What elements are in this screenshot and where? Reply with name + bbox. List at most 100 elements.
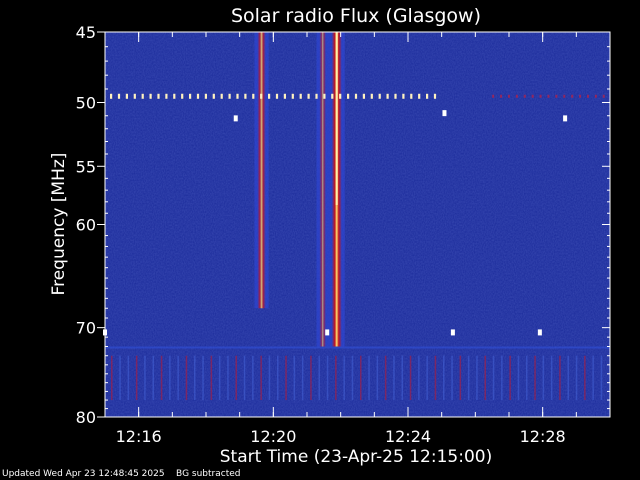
interference-stripe bbox=[401, 355, 403, 401]
rfi-spot bbox=[450, 329, 455, 336]
rfi-spot bbox=[442, 110, 447, 117]
y-tick-label: 70 bbox=[76, 319, 96, 338]
rfi-dot bbox=[433, 93, 437, 99]
interference-stripe bbox=[376, 355, 379, 401]
rfi-dot bbox=[204, 93, 207, 99]
interference-stripe bbox=[177, 355, 179, 401]
rfi-dot bbox=[354, 93, 358, 99]
interference-stripe bbox=[343, 355, 345, 401]
interference-stripe bbox=[476, 355, 478, 401]
rfi-dot bbox=[252, 93, 255, 99]
x-tick-label: 12:28 bbox=[520, 427, 566, 446]
rfi-dot bbox=[323, 93, 326, 99]
rfi-dot bbox=[268, 93, 271, 99]
rfi-dot bbox=[173, 93, 176, 99]
interference-stripe bbox=[318, 355, 320, 401]
band-edge bbox=[105, 346, 610, 349]
rfi-dot bbox=[378, 93, 381, 99]
rfi-dot-faint bbox=[586, 94, 589, 98]
rfi-dot-faint bbox=[507, 94, 510, 98]
interference-stripe bbox=[384, 355, 387, 401]
interference-stripe bbox=[268, 355, 271, 401]
rfi-dot-faint bbox=[523, 94, 526, 98]
interference-stripe bbox=[501, 355, 503, 401]
spectrogram-chart: Solar radio Flux (Glasgow) 455055607080 … bbox=[49, 5, 611, 467]
interference-stripe bbox=[426, 355, 428, 401]
rfi-dot bbox=[157, 93, 160, 99]
rfi-spot bbox=[537, 329, 542, 336]
interference-stripe bbox=[534, 355, 536, 401]
interference-stripe bbox=[301, 355, 304, 401]
y-tick-label: 50 bbox=[76, 94, 96, 113]
interference-stripe bbox=[467, 355, 470, 401]
rfi-spot bbox=[563, 115, 568, 122]
interference-stripe bbox=[326, 355, 329, 401]
rfi-dot-faint bbox=[602, 94, 605, 98]
rfi-dot bbox=[133, 93, 136, 99]
radio-burst bbox=[257, 32, 266, 309]
interference-stripe bbox=[409, 355, 412, 401]
interference-stripe bbox=[434, 355, 437, 401]
interference-stripe bbox=[227, 355, 229, 401]
x-axis-label: Start Time (23-Apr-25 12:15:00) bbox=[220, 447, 492, 467]
interference-stripe bbox=[335, 355, 337, 401]
rfi-dot bbox=[291, 93, 294, 99]
spectrogram-noise bbox=[105, 32, 610, 417]
rfi-dot-faint bbox=[515, 94, 518, 98]
interference-stripe bbox=[119, 355, 121, 401]
footer-note: BG subtracted bbox=[176, 469, 241, 479]
rfi-dot bbox=[307, 93, 310, 99]
interference-stripe bbox=[509, 355, 511, 401]
rfi-dot bbox=[386, 93, 389, 99]
rfi-dot bbox=[394, 93, 397, 99]
rfi-dot bbox=[260, 93, 263, 99]
rfi-dot bbox=[117, 93, 121, 99]
interference-stripe bbox=[169, 355, 171, 401]
interference-stripe bbox=[277, 355, 279, 401]
x-tick-label: 12:16 bbox=[116, 427, 162, 446]
rfi-dot-faint bbox=[531, 94, 534, 98]
rfi-dot bbox=[181, 93, 184, 99]
interference-stripe bbox=[368, 355, 370, 401]
interference-stripe bbox=[160, 355, 163, 401]
rfi-dot bbox=[149, 93, 152, 99]
rfi-dot bbox=[125, 93, 128, 99]
rfi-dot bbox=[331, 93, 334, 99]
interference-stripe bbox=[575, 355, 578, 401]
interference-stripe bbox=[393, 355, 395, 401]
interference-stripe bbox=[111, 355, 113, 401]
rfi-dot bbox=[410, 93, 413, 99]
footer: Updated Wed Apr 23 12:48:45 2025 BG subt… bbox=[2, 469, 240, 479]
rfi-dot bbox=[244, 93, 247, 99]
interference-stripe bbox=[127, 355, 130, 401]
interference-stripe bbox=[252, 355, 254, 401]
y-axis-label: Frequency [MHz] bbox=[49, 153, 69, 296]
interference-stripe bbox=[600, 355, 603, 401]
y-tick-label: 55 bbox=[76, 157, 96, 176]
rfi-dot bbox=[315, 93, 318, 99]
interference-stripe bbox=[210, 355, 213, 401]
interference-stripe bbox=[194, 355, 196, 401]
y-tick-label: 45 bbox=[76, 23, 96, 42]
rfi-dot bbox=[275, 93, 279, 99]
rfi-dot bbox=[220, 93, 223, 99]
interference-stripe bbox=[202, 355, 204, 401]
interference-stripe bbox=[185, 355, 188, 401]
rfi-dot bbox=[362, 93, 365, 99]
interference-stripe bbox=[218, 355, 221, 401]
rfi-spot bbox=[325, 329, 330, 336]
rfi-dot bbox=[236, 93, 239, 99]
interference-stripe bbox=[451, 355, 453, 401]
plot-area bbox=[103, 31, 611, 418]
radio-burst bbox=[319, 32, 326, 347]
rfi-dot-faint bbox=[571, 94, 574, 98]
interference-stripe bbox=[260, 355, 262, 401]
interference-stripe bbox=[559, 355, 561, 401]
rfi-dot-faint bbox=[492, 94, 495, 98]
rfi-dot bbox=[283, 93, 286, 99]
interference-stripe bbox=[152, 355, 154, 401]
rfi-dot-faint bbox=[555, 94, 558, 98]
rfi-dot bbox=[212, 93, 215, 99]
interference-stripe bbox=[144, 355, 146, 401]
rfi-dot bbox=[141, 93, 144, 99]
